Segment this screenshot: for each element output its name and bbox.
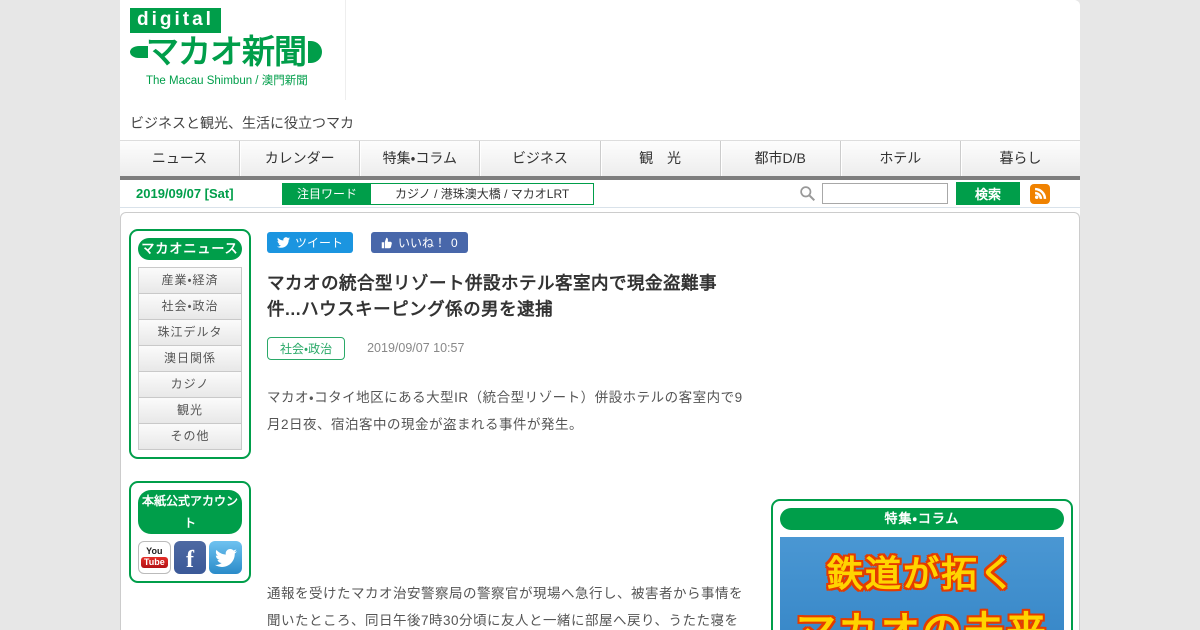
keyword-links[interactable]: カジノ / 港珠澳大橋 / マカオLRT	[371, 183, 594, 204]
facebook-icon[interactable]: f	[173, 541, 207, 574]
main-content: マカオニュース 産業・経済 社会・政治 珠江デルタ 澳日関係 カジノ 観光 その…	[120, 212, 1080, 630]
page: digital マカオ新聞 The Macau Shimbun / 澳門新聞 ビ…	[0, 0, 1200, 630]
official-accounts-title: 本紙公式アカウント	[138, 490, 242, 534]
sidebar-item-others[interactable]: その他	[138, 424, 242, 450]
thumbs-up-icon	[381, 237, 392, 248]
keyword-label: 注目ワード	[283, 183, 372, 204]
article-datetime: 2019/09/07 10:57	[367, 341, 465, 355]
logo-title: マカオ新聞	[146, 33, 307, 70]
sidebar-item-sightseeing[interactable]: 観光	[138, 398, 242, 424]
article-title: マカオの統合型リゾート併設ホテル客室内で現金盗難事件...ハウスキーピング係の男…	[267, 273, 717, 320]
feature-column-title: 特集・コラム	[780, 508, 1064, 530]
site-container: digital マカオ新聞 The Macau Shimbun / 澳門新聞 ビ…	[120, 0, 1080, 630]
nav-item-city-db[interactable]: 都市D/B	[719, 141, 840, 176]
article: ツイート いいね！ 0 マカオの統合型リゾート併設ホテル客室内で現金盗難事件..…	[251, 229, 759, 630]
twitter-icon[interactable]	[209, 541, 242, 574]
keyword-unit: 注目ワード カジノ / 港珠澳大橋 / マカオLRT	[282, 182, 595, 205]
site-tagline: ビジネスと観光、生活に役立つマカ	[130, 115, 354, 131]
search-button[interactable]: 検索	[956, 182, 1020, 205]
logo-subtitle: The Macau Shimbun / 澳門新聞	[146, 75, 308, 87]
nav-item-living[interactable]: 暮らし	[959, 141, 1080, 176]
sidebar-item-society-politics[interactable]: 社会・政治	[138, 294, 242, 320]
feature-column-box: 特集・コラム 鉄道が拓く マカオの未来	[771, 499, 1073, 630]
search-icon	[800, 186, 816, 202]
macau-news-menu-title: マカオニュース	[138, 238, 242, 260]
search-input[interactable]	[822, 183, 948, 204]
youtube-icon-text-top: You	[146, 546, 163, 556]
main-nav: ニュース カレンダー 特集・コラム ビジネス 観 光 都市D/B ホテル 暮らし	[120, 140, 1080, 180]
feature-column-image[interactable]: 鉄道が拓く マカオの未来	[780, 537, 1064, 630]
feature-image-text-line2: マカオの未来	[780, 599, 1064, 630]
nav-item-calendar[interactable]: カレンダー	[239, 141, 359, 176]
facebook-icon-glyph: f	[186, 547, 195, 573]
logo-cap-shape	[308, 40, 322, 63]
rss-icon[interactable]	[1030, 183, 1050, 204]
sidebar-item-macau-japan-relations[interactable]: 澳日関係	[138, 346, 242, 372]
nav-item-sightseeing[interactable]: 観 光	[599, 141, 720, 176]
article-image-placeholder	[267, 438, 747, 556]
nav-item-news[interactable]: ニュース	[120, 141, 239, 176]
sidebar-item-pearl-river-delta[interactable]: 珠江デルタ	[138, 320, 242, 346]
search-cluster: 検索	[799, 182, 1080, 205]
category-badge[interactable]: 社会・政治	[267, 336, 346, 360]
like-count: 0	[451, 235, 458, 250]
facebook-like-button[interactable]: いいね！ 0	[371, 232, 468, 253]
left-sidebar: マカオニュース 産業・経済 社会・政治 珠江デルタ 澳日関係 カジノ 観光 その…	[129, 229, 251, 630]
sidebar-item-industry-economy[interactable]: 産業・経済	[138, 267, 242, 294]
nav-item-business[interactable]: ビジネス	[479, 141, 599, 176]
official-accounts-box: 本紙公式アカウント You Tube f	[129, 481, 251, 583]
site-header: digital マカオ新聞 The Macau Shimbun / 澳門新聞 ビ…	[120, 0, 1080, 140]
site-logo[interactable]: digital マカオ新聞 The Macau Shimbun / 澳門新聞	[120, 0, 346, 100]
twitter-bird-icon	[277, 237, 290, 248]
youtube-icon[interactable]: You Tube	[138, 541, 171, 574]
macau-news-menu-items: 産業・経済 社会・政治 珠江デルタ 澳日関係 カジノ 観光 その他	[138, 267, 242, 450]
article-paragraph-1: マカオ・コタイ地区にある大型IR（統合型リゾート）併設ホテルの客室内で9月2日夜…	[267, 389, 743, 432]
feature-image-text-line1: 鉄道が拓く	[826, 553, 1017, 594]
sidebar-item-casino[interactable]: カジノ	[138, 372, 242, 398]
right-sidebar: 特集・コラム 鉄道が拓く マカオの未来	[771, 229, 1073, 630]
tweet-button-label: ツイート	[295, 236, 344, 250]
youtube-icon-text-bottom: Tube	[140, 557, 168, 568]
logo-main: マカオ新聞	[130, 35, 345, 68]
tweet-button[interactable]: ツイート	[267, 232, 354, 253]
article-meta: 社会・政治 2019/09/07 10:57	[267, 336, 747, 360]
nav-item-feature-column[interactable]: 特集・コラム	[359, 141, 479, 176]
current-date: 2019/09/07 [Sat]	[136, 186, 234, 201]
share-row: ツイート いいね！ 0	[267, 232, 747, 253]
macau-news-menu: マカオニュース 産業・経済 社会・政治 珠江デルタ 澳日関係 カジノ 観光 その…	[129, 229, 251, 459]
nav-item-hotel[interactable]: ホテル	[839, 141, 960, 176]
sns-icons-row: You Tube f	[138, 541, 242, 574]
like-button-label: いいね！	[398, 236, 447, 250]
date-bar: 2019/09/07 [Sat] 注目ワード カジノ / 港珠澳大橋 / マカオ…	[120, 180, 1080, 208]
article-paragraph-2: 通報を受けたマカオ治安警察局の警察官が現場へ急行し、被害者から事情を聞いたところ…	[267, 585, 743, 628]
digital-badge: digital	[130, 8, 221, 33]
